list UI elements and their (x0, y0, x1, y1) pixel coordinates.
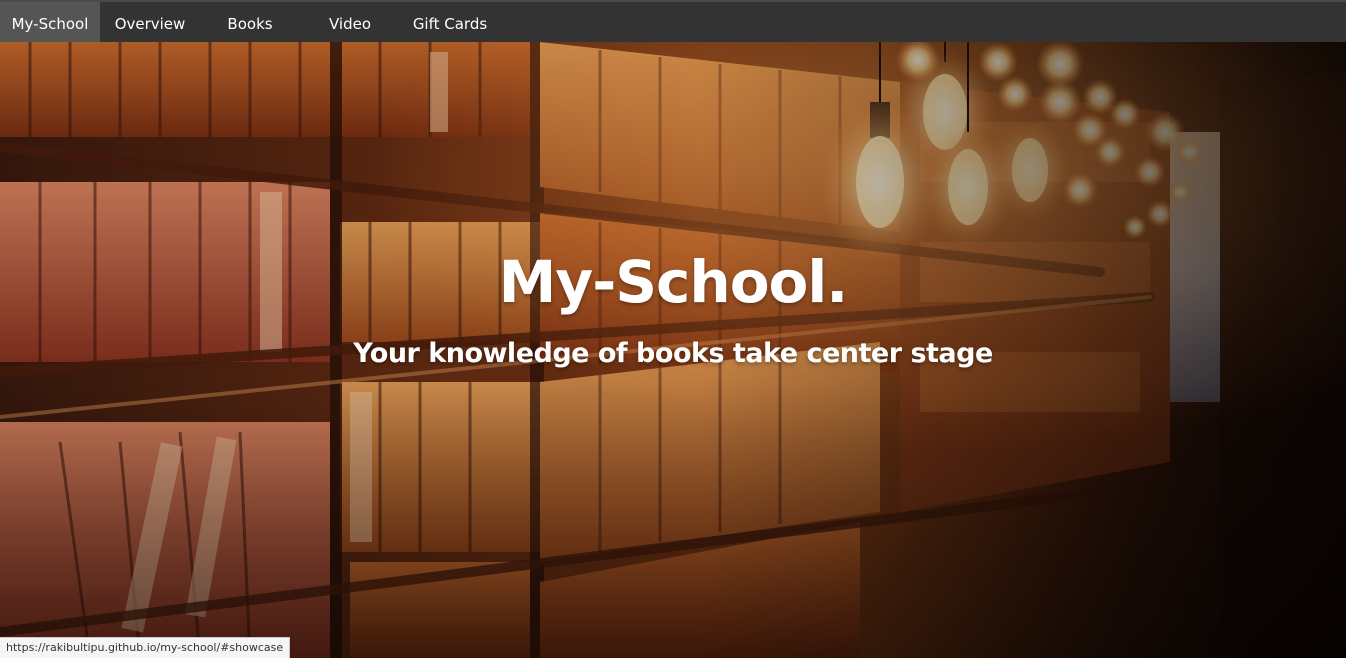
nav-item-books[interactable]: Books (200, 2, 300, 42)
page: My-School Overview Books Video Gift Card… (0, 0, 1346, 658)
link-preview-status-bar: https://rakibultipu.github.io/my-school/… (0, 637, 291, 658)
nav-item-overview[interactable]: Overview (100, 2, 200, 42)
showcase-section: My-School. Your knowledge of books take … (0, 42, 1346, 658)
showcase-title: My-School. (498, 248, 849, 316)
nav-item-my-school[interactable]: My-School (0, 2, 100, 42)
showcase-subtitle: Your knowledge of books take center stag… (353, 338, 993, 369)
nav-item-gift-cards[interactable]: Gift Cards (400, 2, 500, 42)
top-navbar: My-School Overview Books Video Gift Card… (0, 0, 1346, 42)
nav-item-video[interactable]: Video (300, 2, 400, 42)
